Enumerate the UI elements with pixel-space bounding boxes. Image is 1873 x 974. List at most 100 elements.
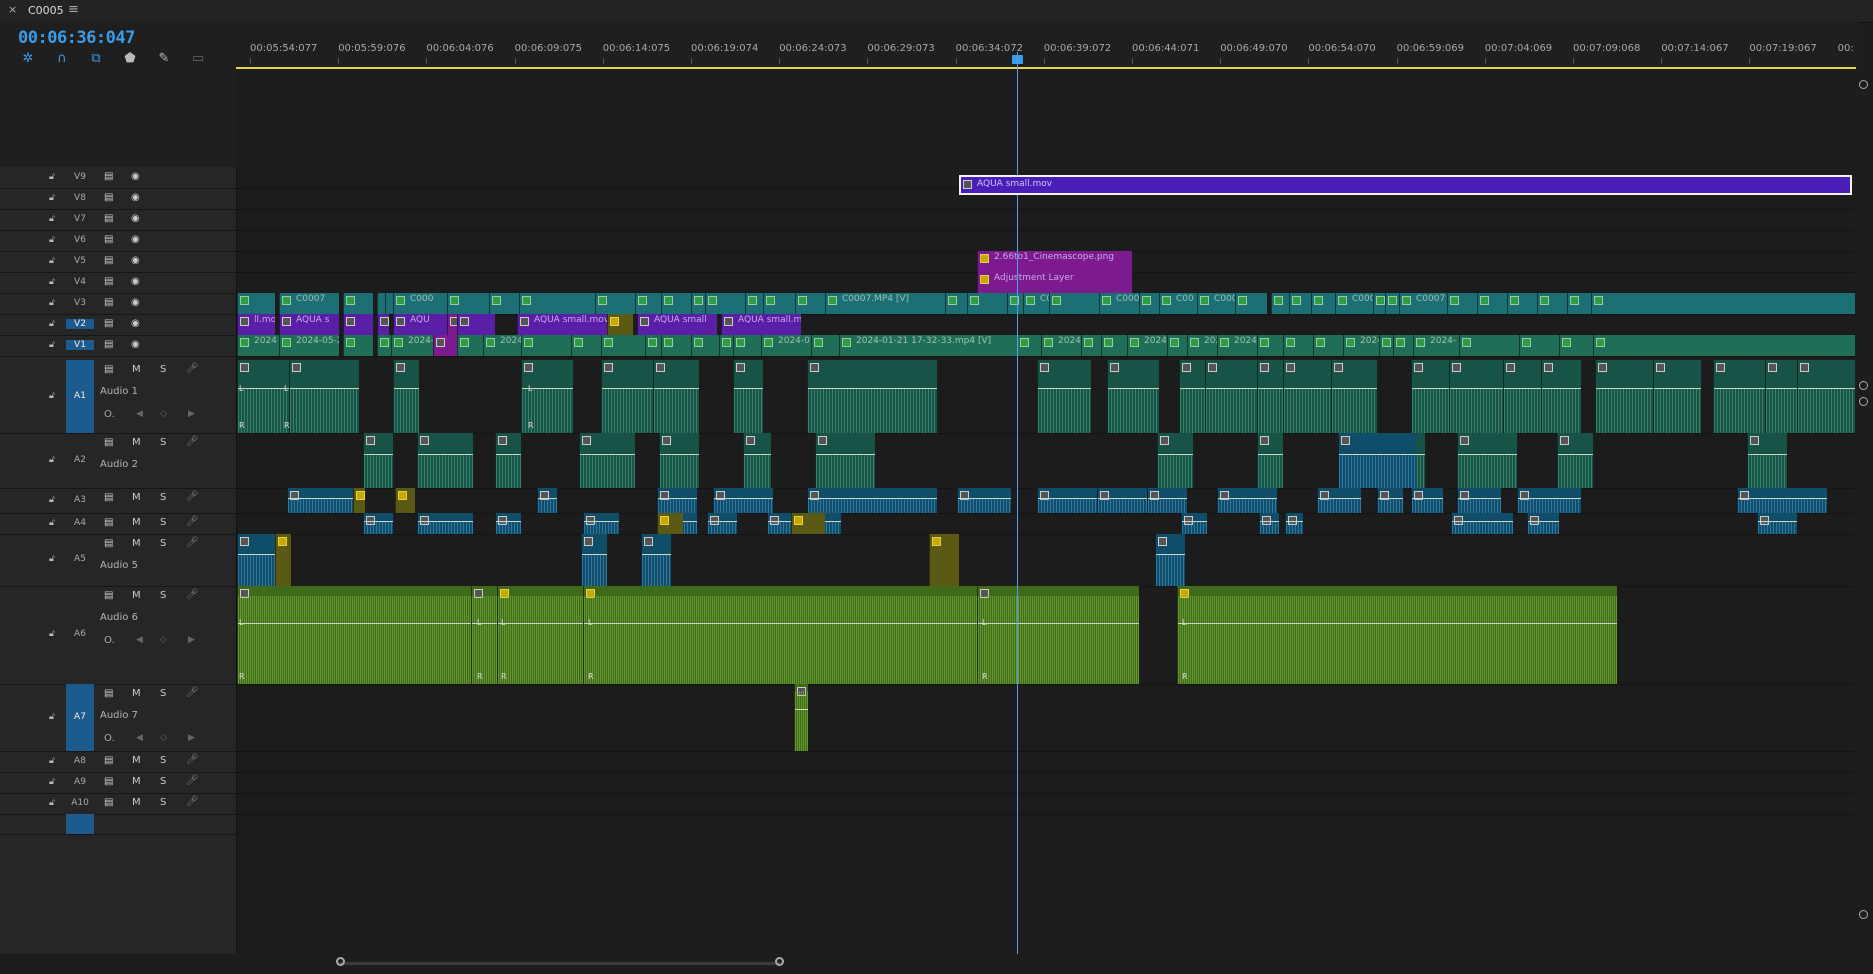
microphone-icon[interactable]: 🎤︎ xyxy=(186,775,199,786)
lock-icon[interactable]: 🔓︎ xyxy=(49,172,55,182)
timeline-clip[interactable] xyxy=(1797,360,1855,433)
sync-lock-icon[interactable]: ▤ xyxy=(104,213,113,224)
timeline-clip[interactable] xyxy=(1257,360,1283,433)
timeline-clip[interactable] xyxy=(1037,488,1097,513)
eye-icon[interactable]: ◉ xyxy=(131,297,140,308)
volume-line[interactable] xyxy=(580,454,635,455)
eye-icon[interactable]: ◉ xyxy=(131,318,140,329)
timeline-clip[interactable] xyxy=(495,433,521,488)
prev-keyframe-icon[interactable]: ◀ xyxy=(136,635,143,645)
timeline-clip[interactable] xyxy=(343,293,373,314)
lock-icon[interactable]: 🔓︎ xyxy=(49,777,55,787)
volume-line[interactable] xyxy=(1339,454,1416,455)
timeline-clip[interactable] xyxy=(607,314,633,335)
timeline-clip[interactable] xyxy=(815,433,875,488)
volume-line[interactable] xyxy=(602,388,653,389)
timeline-clip[interactable]: AQUA small.mov xyxy=(517,314,607,335)
volume-line[interactable] xyxy=(496,521,521,522)
work-area-bar[interactable] xyxy=(236,67,1856,69)
timeline-clip[interactable] xyxy=(1385,293,1399,314)
volume-line[interactable] xyxy=(364,454,393,455)
volume-line[interactable] xyxy=(290,388,359,389)
timeline-clip[interactable] xyxy=(377,335,391,356)
lock-icon[interactable]: 🔓︎ xyxy=(49,235,55,245)
timeline-clip[interactable] xyxy=(967,293,1007,314)
lock-icon[interactable]: 🔓︎ xyxy=(49,214,55,224)
lock-icon[interactable]: 🔓︎ xyxy=(49,712,55,722)
track-target-a1[interactable]: A1 xyxy=(66,360,94,433)
volume-line[interactable] xyxy=(238,554,277,555)
time-ruler[interactable]: 00:05:54:077 00:05:59:076 00:06:04:076 00:0… xyxy=(236,22,1858,69)
timeline-clip[interactable] xyxy=(1541,360,1581,433)
track-target-v8[interactable]: V8 xyxy=(66,193,94,203)
timeline-clip[interactable] xyxy=(1595,360,1653,433)
volume-line[interactable] xyxy=(1148,498,1187,499)
timeline-clip[interactable] xyxy=(417,513,473,534)
volume-line[interactable] xyxy=(1038,388,1091,389)
volume-line[interactable] xyxy=(1798,388,1855,389)
track-target-a8[interactable]: A8 xyxy=(66,756,94,766)
linked-selection-icon[interactable]: ⧉ xyxy=(88,51,104,67)
volume-line[interactable] xyxy=(582,554,607,555)
timeline-clip[interactable] xyxy=(1283,335,1313,356)
timeline-clip[interactable] xyxy=(1477,293,1507,314)
sync-lock-icon[interactable]: ▤ xyxy=(104,590,113,601)
timeline-clip[interactable] xyxy=(653,360,699,433)
volume-line[interactable] xyxy=(472,623,497,624)
microphone-icon[interactable]: 🎤︎ xyxy=(186,589,199,600)
timeline-clip[interactable] xyxy=(1457,488,1501,513)
timeline-clip[interactable] xyxy=(497,586,583,684)
timeline-clip[interactable] xyxy=(1447,293,1477,314)
timeline-clip[interactable] xyxy=(1519,335,1559,356)
lock-icon[interactable]: 🔓︎ xyxy=(49,340,55,350)
vertical-scrollbar[interactable] xyxy=(1855,80,1873,954)
sync-lock-icon[interactable]: ▤ xyxy=(104,318,113,329)
timeline-clip[interactable] xyxy=(794,684,808,751)
timeline-clip[interactable]: C0007 xyxy=(279,293,339,314)
solo-button[interactable]: S xyxy=(160,517,166,528)
volume-line[interactable] xyxy=(1286,521,1303,522)
timeline-clip[interactable] xyxy=(719,335,733,356)
timeline-clip[interactable] xyxy=(343,335,373,356)
lock-icon[interactable]: 🔓︎ xyxy=(49,798,55,808)
timeline-clip[interactable] xyxy=(1393,335,1413,356)
wrench-icon[interactable]: ✎ xyxy=(156,51,172,67)
volume-line[interactable] xyxy=(978,623,1139,624)
timeline-clip[interactable] xyxy=(1007,293,1023,314)
track-target-a7[interactable]: A7 xyxy=(66,684,94,751)
timeline-clip[interactable]: C000 xyxy=(393,293,447,314)
timeline-clip[interactable] xyxy=(733,335,761,356)
volume-line[interactable] xyxy=(496,454,521,455)
eye-icon[interactable]: ◉ xyxy=(131,234,140,245)
timeline-clip[interactable] xyxy=(1559,335,1593,356)
timeline-clip[interactable]: AQUA small.m xyxy=(721,314,801,335)
volume-line[interactable] xyxy=(1182,521,1207,522)
timeline-clip[interactable] xyxy=(1037,360,1091,433)
add-keyframe-icon[interactable]: ◇ xyxy=(160,733,167,743)
timeline-clip[interactable]: C0007.MP xyxy=(1099,293,1139,314)
add-keyframe-icon[interactable]: ◇ xyxy=(160,409,167,419)
timeline-clip[interactable] xyxy=(1449,360,1503,433)
timeline-clip[interactable]: AQUA s xyxy=(279,314,339,335)
volume-line[interactable] xyxy=(1518,498,1581,499)
lock-icon[interactable]: 🔓︎ xyxy=(49,495,55,505)
volume-line[interactable] xyxy=(660,454,699,455)
mute-button[interactable]: M xyxy=(132,797,141,808)
eye-icon[interactable]: ◉ xyxy=(131,276,140,287)
timeline-clip[interactable] xyxy=(1235,293,1267,314)
timeline-clip[interactable] xyxy=(743,433,771,488)
sync-lock-icon[interactable]: ▤ xyxy=(104,255,113,266)
timeline-clip[interactable] xyxy=(763,293,795,314)
volume-line[interactable] xyxy=(1458,454,1517,455)
timeline-clip[interactable] xyxy=(977,586,1139,684)
timeline-clip[interactable] xyxy=(1311,293,1335,314)
volume-line[interactable] xyxy=(584,623,977,624)
volume-line[interactable] xyxy=(1542,388,1581,389)
volume-line[interactable] xyxy=(1318,498,1361,499)
timeline-clip[interactable]: ll.mov xyxy=(237,314,275,335)
timeline-clip[interactable]: C0007.MP4 [V] xyxy=(825,293,945,314)
track-target-a9[interactable]: A9 xyxy=(66,777,94,787)
timeline-clip[interactable] xyxy=(1139,293,1159,314)
timeline-clip[interactable]: C0007 xyxy=(1335,293,1375,314)
volume-line[interactable] xyxy=(1284,388,1331,389)
